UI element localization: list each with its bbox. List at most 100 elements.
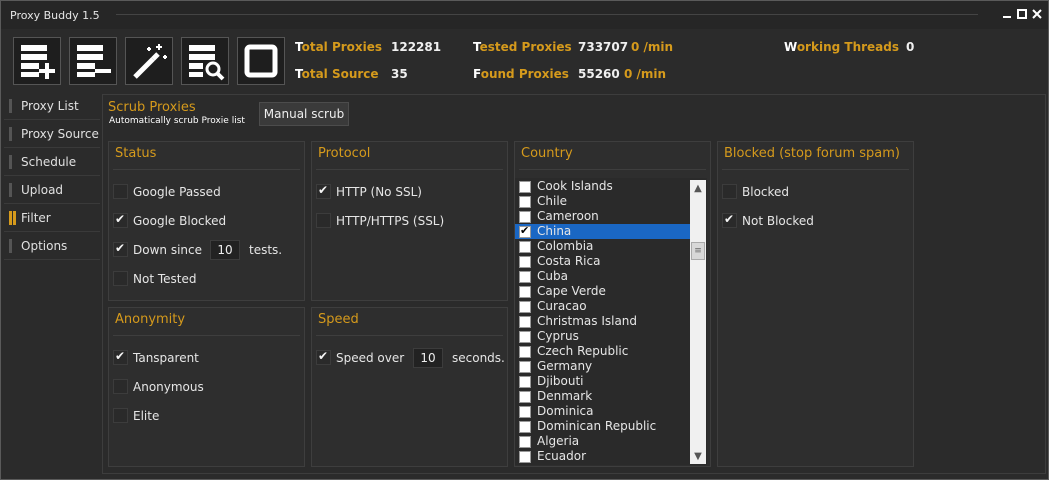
not-blocked-checkbox[interactable] — [722, 212, 737, 228]
add-list-button[interactable] — [13, 37, 61, 85]
panel-divider — [519, 169, 706, 170]
country-item[interactable]: Denmark — [515, 389, 690, 404]
country-item[interactable]: Cape Verde — [515, 284, 690, 299]
country-item[interactable]: Cuba — [515, 269, 690, 284]
down-since-input[interactable]: 10 — [210, 240, 240, 260]
country-name: Denmark — [537, 389, 593, 403]
country-item[interactable]: Dominica — [515, 404, 690, 419]
not-tested-checkbox[interactable] — [113, 271, 128, 286]
country-item[interactable]: Dominican Republic — [515, 419, 690, 434]
country-checkbox[interactable] — [519, 271, 531, 283]
elite-checkbox[interactable] — [113, 408, 128, 423]
stop-button[interactable] — [237, 37, 285, 85]
country-checkbox[interactable] — [519, 331, 531, 343]
sidebar-item-proxy-source[interactable]: Proxy Source — [4, 121, 100, 148]
close-icon[interactable] — [1029, 6, 1045, 22]
country-checkbox[interactable] — [519, 406, 531, 418]
anonymous-label: Anonymous — [133, 380, 204, 394]
country-checkbox[interactable] — [519, 256, 531, 268]
total-source-label: Total Source — [295, 67, 379, 81]
google-blocked-checkbox[interactable] — [113, 212, 128, 228]
sidebar-item-filter[interactable]: Filter — [4, 205, 100, 232]
country-checkbox[interactable] — [519, 376, 531, 388]
country-checkbox[interactable] — [519, 346, 531, 358]
country-scrollbar[interactable]: ▲ ≡ ▼ — [690, 180, 706, 464]
list-remove-icon — [77, 45, 111, 77]
https-checkbox[interactable] — [316, 213, 331, 228]
google-passed-label: Google Passed — [133, 185, 221, 199]
manual-scrub-button[interactable]: Manual scrub — [259, 102, 349, 126]
country-item[interactable]: Cameroon — [515, 209, 690, 224]
country-item[interactable]: Colombia — [515, 239, 690, 254]
maximize-icon[interactable] — [1014, 6, 1030, 22]
country-name: Curacao — [537, 299, 587, 313]
country-item[interactable]: Chile — [515, 194, 690, 209]
panel-divider — [722, 169, 909, 170]
title-divider — [116, 14, 978, 15]
scroll-thumb[interactable]: ≡ — [691, 242, 705, 260]
country-checkbox[interactable] — [519, 301, 531, 313]
speed-over-input[interactable]: 10 — [413, 348, 443, 368]
down-since-checkbox[interactable] — [113, 241, 128, 257]
country-item[interactable]: Cook Islands — [515, 179, 690, 194]
sidebar-item-label: Schedule — [21, 155, 77, 169]
http-checkbox[interactable] — [316, 183, 331, 199]
country-name: Cameroon — [537, 209, 599, 223]
sidebar-item-proxy-list[interactable]: Proxy List — [4, 93, 100, 120]
country-checkbox[interactable] — [519, 451, 531, 463]
sidebar-marker — [9, 127, 12, 141]
panel-title: Country — [521, 146, 573, 161]
panel-divider — [113, 335, 300, 336]
panel-title: Protocol — [318, 146, 371, 161]
list-add-icon — [21, 45, 55, 79]
anonymous-checkbox[interactable] — [113, 379, 128, 394]
country-item[interactable]: Curacao — [515, 299, 690, 314]
search-list-button[interactable] — [181, 37, 229, 85]
country-item[interactable]: Christmas Island — [515, 314, 690, 329]
country-checkbox[interactable] — [519, 286, 531, 298]
magic-wand-button[interactable] — [125, 37, 173, 85]
country-checkbox[interactable] — [519, 241, 531, 253]
sidebar-item-options[interactable]: Options — [4, 233, 100, 260]
country-item[interactable]: Ecuador — [515, 449, 690, 464]
sidebar-item-upload[interactable]: Upload — [4, 177, 100, 204]
country-name: China — [537, 224, 572, 238]
country-checkbox[interactable] — [519, 391, 531, 403]
country-item[interactable]: Czech Republic — [515, 344, 690, 359]
tested-proxies-label: Tested Proxies — [473, 40, 572, 54]
country-checkbox[interactable] — [519, 224, 531, 238]
country-item[interactable]: Djibouti — [515, 374, 690, 389]
country-checkbox[interactable] — [519, 181, 531, 193]
sidebar-item-schedule[interactable]: Schedule — [4, 149, 100, 176]
google-passed-checkbox[interactable] — [113, 184, 128, 199]
country-list[interactable]: Cook IslandsChileCameroonChinaColombiaCo… — [515, 178, 707, 465]
country-name: Czech Republic — [537, 344, 629, 358]
remove-list-button[interactable] — [69, 37, 117, 85]
country-item[interactable]: Cyprus — [515, 329, 690, 344]
country-checkbox[interactable] — [519, 196, 531, 208]
country-item[interactable]: Algeria — [515, 434, 690, 449]
panel-title: Speed — [318, 312, 359, 327]
speed-over-checkbox[interactable] — [316, 349, 331, 365]
scroll-up-icon[interactable]: ▲ — [690, 180, 706, 196]
minimize-icon[interactable] — [999, 6, 1015, 22]
country-name: Chile — [537, 194, 568, 208]
country-checkbox[interactable] — [519, 211, 531, 223]
country-checkbox[interactable] — [519, 316, 531, 328]
tested-proxies-rate: 0 /min — [631, 40, 674, 54]
blocked-checkbox[interactable] — [722, 184, 737, 199]
blocked-label: Blocked — [742, 185, 790, 199]
transparent-checkbox[interactable] — [113, 349, 128, 365]
country-checkbox[interactable] — [519, 421, 531, 433]
country-checkbox[interactable] — [519, 361, 531, 373]
tested-proxies-value: 733707 — [578, 40, 629, 54]
country-checkbox[interactable] — [519, 436, 531, 448]
scroll-down-icon[interactable]: ▼ — [690, 448, 706, 464]
country-item[interactable]: Germany — [515, 359, 690, 374]
country-item[interactable]: Costa Rica — [515, 254, 690, 269]
sidebar-item-label: Proxy Source — [21, 127, 99, 141]
found-proxies-value: 55260 — [578, 67, 620, 81]
tests-label: tests. — [249, 243, 283, 257]
transparent-label: Tansparent — [133, 351, 199, 365]
country-item[interactable]: China — [515, 224, 690, 239]
